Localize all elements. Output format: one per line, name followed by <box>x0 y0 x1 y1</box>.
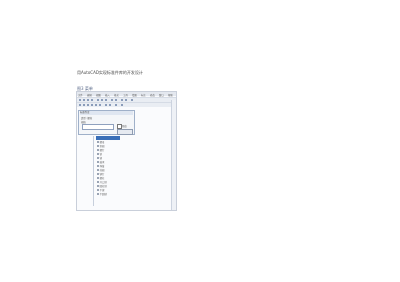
tree-item-label: 圆柱销 <box>99 185 107 188</box>
node-icon <box>97 141 99 143</box>
redo-icon[interactable] <box>115 98 118 102</box>
tree-item[interactable]: 螺母 <box>97 141 104 144</box>
tree-item[interactable]: 轴承 <box>97 161 104 164</box>
tree-item-label: 挡圈 <box>99 169 105 172</box>
tree-item[interactable]: 弹簧 <box>97 165 104 168</box>
preview-checkbox-label: 预览 <box>122 124 127 128</box>
tree-item[interactable]: 圆柱销 <box>97 185 107 188</box>
menu-file[interactable]: 文件 <box>78 93 83 97</box>
tree-item[interactable]: 半圆键 <box>97 193 107 196</box>
node-icon <box>97 169 99 171</box>
tree-item-selected[interactable] <box>96 136 120 140</box>
tree-item-label: 铆钉 <box>99 173 105 176</box>
node-icon <box>97 153 99 155</box>
circle-icon[interactable] <box>91 103 94 107</box>
node-icon <box>97 181 99 183</box>
new-icon[interactable] <box>79 98 82 102</box>
tree-item[interactable]: 挡圈 <box>97 169 104 172</box>
vertical-scrollbar[interactable] <box>171 100 176 210</box>
tree-item[interactable]: 铆钉 <box>97 173 104 176</box>
tree-item-label: 弹簧 <box>99 165 105 168</box>
menu-format[interactable]: 格式 <box>114 93 119 97</box>
spec-input[interactable] <box>82 124 114 130</box>
tree-item-label: 螺柱 <box>99 177 105 180</box>
tree-item[interactable]: 平键 <box>97 189 104 192</box>
node-icon <box>97 193 99 195</box>
paste-icon[interactable] <box>105 98 108 102</box>
ok-button[interactable] <box>117 129 133 135</box>
node-icon <box>97 185 99 187</box>
text-icon[interactable] <box>109 103 112 107</box>
print-icon[interactable] <box>91 98 94 102</box>
tree-item-label: 销 <box>99 153 102 156</box>
tree-item-label: 螺钉 <box>99 149 105 152</box>
node-icon <box>97 165 99 167</box>
menu-dimension[interactable]: 标注 <box>141 93 146 97</box>
node-icon <box>97 161 99 163</box>
undo-icon[interactable] <box>111 98 114 102</box>
polyline-icon[interactable] <box>87 103 90 107</box>
toolbar-2 <box>77 102 176 107</box>
line-icon[interactable] <box>83 103 86 107</box>
menu-edit[interactable]: 编辑 <box>87 93 92 97</box>
save-icon[interactable] <box>87 98 90 102</box>
menu-modify[interactable]: 修改 <box>150 93 155 97</box>
document-heading: 用AutoCAD实现标准件库的开发设计 <box>77 70 143 75</box>
menu-draw[interactable]: 绘图 <box>132 93 137 97</box>
parts-tree: 螺母 垫圈 螺钉 销 键 轴承 弹簧 挡圈 铆钉 螺柱 开口销 圆柱销 平键 半… <box>87 136 167 206</box>
dimension-icon[interactable] <box>121 103 124 107</box>
tree-item[interactable]: 开口销 <box>97 181 107 184</box>
tree-item-label: 开口销 <box>99 181 107 184</box>
node-icon <box>97 189 99 191</box>
tree-item-label: 半圆键 <box>99 193 107 196</box>
menu-window[interactable]: 窗口 <box>159 93 164 97</box>
menu-bar: 文件 编辑 视图 插入 格式 工具 绘图 标注 修改 窗口 帮助 <box>77 92 176 97</box>
properties-icon[interactable] <box>131 98 134 102</box>
library-dialog: 标准件库 类型: 螺栓 规格 预览 <box>78 110 135 135</box>
tree-item[interactable]: 键 <box>97 157 102 160</box>
layer-icon[interactable] <box>79 103 82 107</box>
hatch-icon[interactable] <box>105 103 108 107</box>
tree-item[interactable]: 螺钉 <box>97 149 104 152</box>
menu-view[interactable]: 视图 <box>96 93 101 97</box>
tree-item[interactable]: 垫圈 <box>97 145 104 148</box>
tree-item[interactable]: 螺柱 <box>97 177 104 180</box>
tree-item-label: 平键 <box>99 189 105 192</box>
menu-tools[interactable]: 工具 <box>123 93 128 97</box>
menu-insert[interactable]: 插入 <box>105 93 110 97</box>
rectangle-icon[interactable] <box>99 103 102 107</box>
copy-icon[interactable] <box>101 98 104 102</box>
arc-icon[interactable] <box>95 103 98 107</box>
node-icon <box>97 173 99 175</box>
tree-item-label: 螺母 <box>99 141 105 144</box>
node-icon <box>97 157 99 159</box>
pan-icon[interactable] <box>121 98 124 102</box>
node-icon <box>97 177 99 179</box>
cad-screenshot: 文件 编辑 视图 插入 格式 工具 绘图 标注 修改 窗口 帮助 标准件库 类型… <box>76 91 177 211</box>
block-icon[interactable] <box>115 103 118 107</box>
dialog-title: 标准件库 <box>80 111 133 115</box>
tree-item-label: 垫圈 <box>99 145 105 148</box>
tree-item[interactable]: 销 <box>97 153 102 156</box>
cut-icon[interactable] <box>97 98 100 102</box>
open-icon[interactable] <box>83 98 86 102</box>
menu-help[interactable]: 帮助 <box>168 93 173 97</box>
node-icon <box>97 145 99 147</box>
zoom-icon[interactable] <box>125 98 128 102</box>
tree-item-label: 键 <box>99 157 102 160</box>
node-icon <box>97 149 99 151</box>
tree-item-label: 轴承 <box>99 161 105 164</box>
tree-connector <box>93 136 94 206</box>
